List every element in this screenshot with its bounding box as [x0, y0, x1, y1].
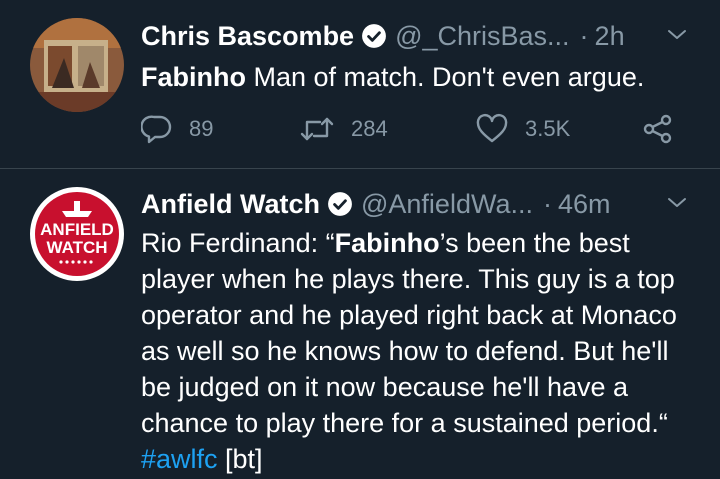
hashtag-link[interactable]: #awlfc	[141, 444, 218, 474]
tweet-text-suffix: [bt]	[217, 444, 263, 474]
logo-line-2: WATCH	[46, 238, 107, 257]
tweet-anfield-watch[interactable]: ANFIELD WATCH Anfield Watch @AnfieldWa..…	[0, 169, 720, 479]
reply-icon	[141, 115, 172, 144]
avatar[interactable]: ANFIELD WATCH	[30, 187, 124, 281]
tweet-time[interactable]: 46m	[558, 189, 611, 220]
verified-badge-icon	[328, 192, 352, 216]
retweet-icon	[300, 117, 334, 141]
retweet-count: 284	[351, 116, 388, 141]
author-name[interactable]: Chris Bascombe	[141, 21, 354, 52]
reply-count: 89	[189, 116, 214, 141]
author-handle[interactable]: @AnfieldWa...	[361, 189, 533, 220]
logo-line-1: ANFIELD	[40, 220, 114, 239]
avatar[interactable]	[30, 18, 124, 112]
retweet-button[interactable]: 284	[299, 113, 388, 145]
tweet-text: Rio Ferdinand: “Fabinho’s been the best …	[141, 225, 692, 477]
tweet-time[interactable]: 2h	[595, 21, 625, 52]
tweet-actions: 89 284 3.5K	[141, 113, 690, 149]
share-icon	[643, 114, 672, 144]
bold-mention: Fabinho	[334, 228, 440, 258]
chevron-down-icon[interactable]	[666, 24, 688, 46]
tweet-header: Chris Bascombe @_ChrisBas... · 2h	[141, 16, 690, 56]
tweet-text-pre: Rio Ferdinand: “	[141, 228, 335, 258]
separator-dot: ·	[542, 188, 552, 219]
share-button[interactable]	[642, 113, 690, 145]
tweet-header: Anfield Watch @AnfieldWa... · 46m	[141, 184, 690, 224]
author-handle[interactable]: @_ChrisBas...	[395, 21, 569, 52]
chevron-down-icon[interactable]	[666, 192, 688, 214]
author-name[interactable]: Anfield Watch	[141, 189, 320, 220]
reply-button[interactable]: 89	[141, 113, 213, 145]
tweet-text-rest: ’s been the best player when he plays th…	[141, 228, 677, 438]
verified-badge-icon	[362, 24, 386, 48]
avatar-image	[30, 18, 124, 112]
like-button[interactable]: 3.5K	[475, 113, 570, 145]
anfield-watch-logo: ANFIELD WATCH	[31, 188, 123, 280]
heart-icon	[476, 113, 508, 143]
separator-dot: ·	[579, 20, 589, 51]
like-count: 3.5K	[525, 116, 571, 141]
tweet-text: Fabinho Man of match. Don't even argue.	[141, 59, 692, 95]
tweet-chris-bascombe[interactable]: Chris Bascombe @_ChrisBas... · 2h Fabinh…	[0, 0, 720, 169]
bold-mention: Fabinho	[141, 62, 246, 92]
tweet-text-rest: Man of match. Don't even argue.	[245, 62, 645, 92]
